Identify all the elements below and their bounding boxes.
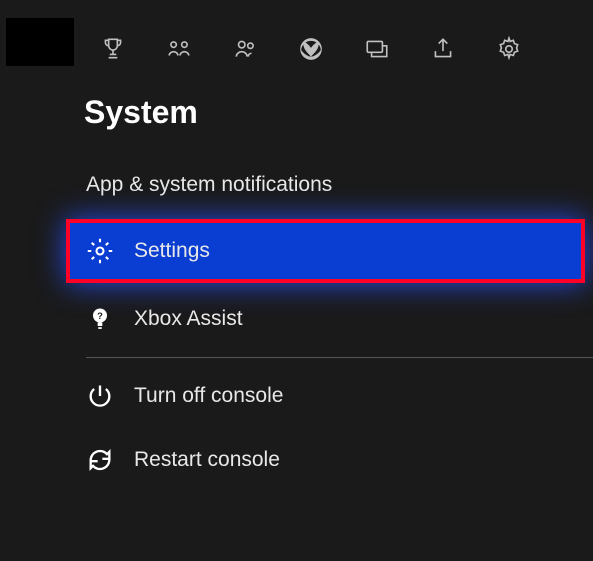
menu-label: Xbox Assist bbox=[134, 307, 243, 331]
gear-icon bbox=[86, 237, 114, 265]
menu-item-xbox-assist[interactable]: ? Xbox Assist bbox=[0, 291, 593, 347]
menu-item-notifications[interactable]: App & system notifications bbox=[0, 159, 593, 211]
menu-label: Turn off console bbox=[134, 384, 283, 408]
messages-icon[interactable] bbox=[364, 36, 390, 62]
menu-item-turn-off[interactable]: Turn off console bbox=[0, 368, 593, 424]
friends-icon[interactable] bbox=[232, 36, 258, 62]
menu-item-restart[interactable]: Restart console bbox=[0, 432, 593, 488]
svg-text:?: ? bbox=[97, 311, 103, 321]
restart-icon bbox=[86, 446, 114, 474]
power-icon bbox=[86, 382, 114, 410]
party-icon[interactable] bbox=[166, 36, 192, 62]
system-menu: App & system notifications Settings ? Xb… bbox=[0, 159, 593, 488]
settings-gear-icon[interactable] bbox=[496, 36, 522, 62]
menu-divider bbox=[86, 357, 593, 358]
menu-label: Restart console bbox=[134, 448, 280, 472]
menu-label: App & system notifications bbox=[86, 173, 332, 197]
menu-item-settings[interactable]: Settings bbox=[66, 219, 585, 283]
top-toolbar bbox=[0, 0, 593, 62]
page-title: System bbox=[84, 94, 593, 131]
menu-label: Settings bbox=[134, 239, 210, 263]
profile-block bbox=[6, 18, 74, 66]
xbox-icon[interactable] bbox=[298, 36, 324, 62]
lightbulb-icon: ? bbox=[86, 305, 114, 333]
achievements-icon[interactable] bbox=[100, 36, 126, 62]
share-icon[interactable] bbox=[430, 36, 456, 62]
